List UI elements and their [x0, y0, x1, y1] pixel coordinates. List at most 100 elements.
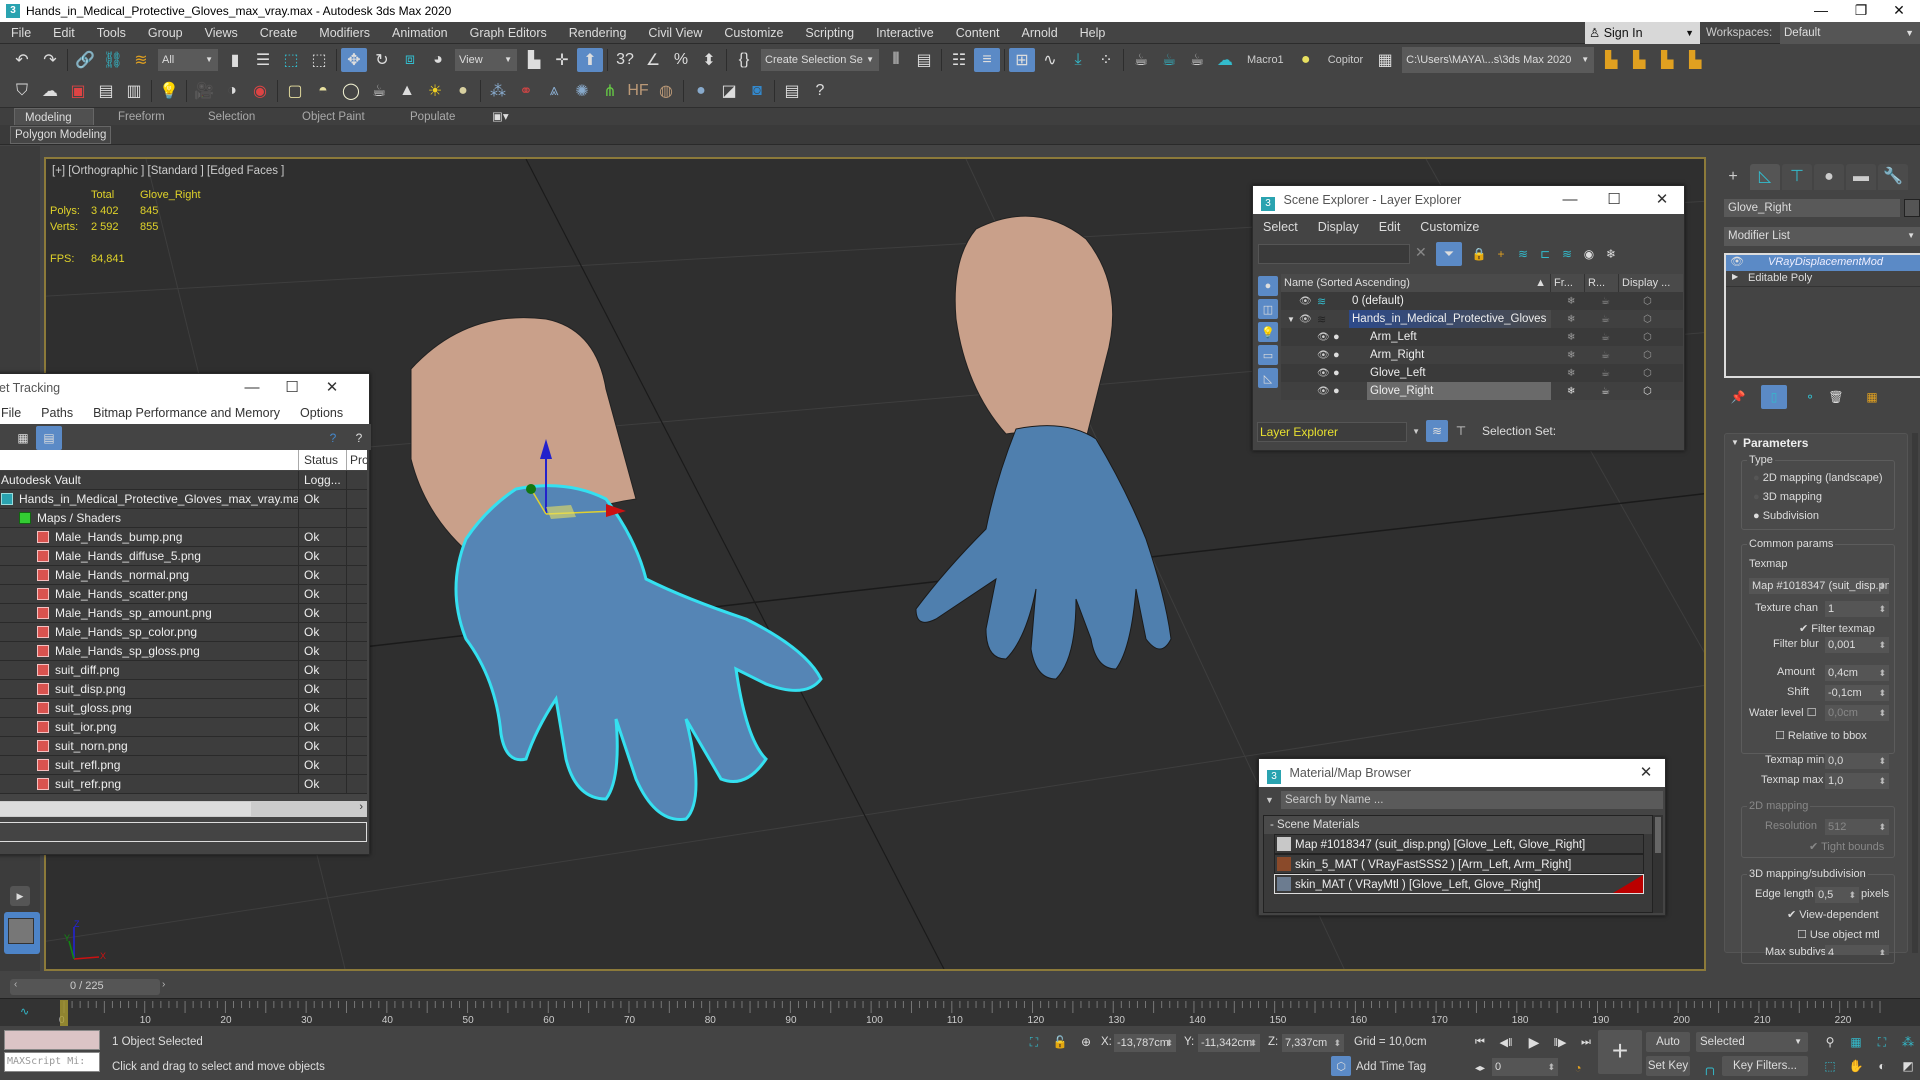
asset-path-field[interactable]: [0, 822, 367, 842]
asset-row[interactable]: Male_Hands_normal.png Ok: [0, 566, 367, 585]
stack-item-vray-displacement[interactable]: 👁 VRayDisplacementMod: [1726, 255, 1920, 271]
scene-search-input[interactable]: [1258, 244, 1410, 264]
project-structure-icon[interactable]: ▙: [1654, 48, 1680, 72]
mesh-light-icon[interactable]: ☕: [366, 79, 392, 103]
ambient-light-icon[interactable]: ●: [450, 79, 476, 103]
lights-filter-icon[interactable]: 💡: [1258, 322, 1278, 342]
plane-light-icon[interactable]: ▢: [282, 79, 308, 103]
menu-scripting[interactable]: Scripting: [794, 22, 865, 44]
scene-tree-row[interactable]: 👁 ● Glove_Right ❄ ☕ ⬡: [1281, 382, 1683, 400]
dome-light-icon[interactable]: ◓: [310, 79, 336, 103]
maxscript-mini-listener[interactable]: MAXScript Mi:: [4, 1052, 100, 1072]
menu-edit[interactable]: Edit: [42, 22, 86, 44]
close-icon[interactable]: ✕: [315, 374, 349, 402]
project-new-icon[interactable]: ▙: [1682, 48, 1708, 72]
display-tab-icon[interactable]: ▬: [1846, 164, 1876, 190]
render-cloud-icon[interactable]: ☁: [1212, 48, 1238, 72]
freeze-icon[interactable]: ❄: [1567, 296, 1575, 307]
sphere-light-icon[interactable]: ◯: [338, 79, 364, 103]
vray-metaballs-icon[interactable]: ⚭: [513, 79, 539, 103]
vray-plane-icon[interactable]: ⩓: [541, 79, 567, 103]
use-object-mtl-checkbox[interactable]: ☐ Use object mtl: [1797, 928, 1880, 941]
asset-row[interactable]: Male_Hands_sp_amount.png Ok: [0, 604, 367, 623]
asset-row[interactable]: suit_ior.png Ok: [0, 718, 367, 737]
maximize-viewport-icon[interactable]: ◩: [1895, 1054, 1920, 1078]
amount-spinner[interactable]: 0,4cm: [1825, 665, 1889, 681]
ribbon-tab-selection[interactable]: Selection: [198, 108, 265, 126]
menu-customize[interactable]: Customize: [713, 22, 794, 44]
cameras-filter-icon[interactable]: ▭: [1258, 345, 1278, 365]
hierarchy-tab-icon[interactable]: ⊤: [1782, 164, 1812, 190]
shift-spinner[interactable]: -0,1cm: [1825, 685, 1889, 701]
scene-tree-row[interactable]: 👁 ● Arm_Right ❄ ☕ ⬡: [1281, 346, 1683, 364]
project-path-dropdown[interactable]: C:\Users\MAYA\...s\3ds Max 2020 ▼: [1402, 47, 1595, 73]
select-manipulate-icon[interactable]: ✛: [549, 48, 575, 72]
display-box-icon[interactable]: ⬡: [1643, 368, 1652, 379]
display-box-icon[interactable]: ⬡: [1643, 314, 1652, 325]
texmap-button[interactable]: Map #1018347 (suit_disp.png): [1749, 578, 1889, 594]
x-coordinate-field[interactable]: -13,787cm: [1114, 1034, 1176, 1052]
remove-modifier-icon[interactable]: 🗑: [1823, 385, 1849, 409]
asset-row[interactable]: suit_disp.png Ok: [0, 680, 367, 699]
renderable-icon[interactable]: ☕: [1601, 386, 1610, 397]
panel-sliders-icon[interactable]: ▥: [121, 79, 147, 103]
asset-row[interactable]: suit_norn.png Ok: [0, 737, 367, 756]
filter-icon[interactable]: ⏷: [1436, 242, 1462, 266]
scene-tree-row[interactable]: ▼ 👁 ≋ Hands_in_Medical_Protective_Gloves ❄ ☕ ⬡: [1281, 310, 1683, 328]
auto-key-button[interactable]: Auto Key: [1646, 1032, 1690, 1068]
scene-menu-edit[interactable]: Edit: [1369, 220, 1411, 234]
ribbon-toggle-icon[interactable]: ⊞: [1009, 48, 1035, 72]
bind-space-warp-icon[interactable]: ≋: [128, 48, 154, 72]
minimize-icon[interactable]: —: [1553, 186, 1587, 214]
teapot-shield-icon[interactable]: ⛉: [9, 79, 35, 103]
modifier-list-dropdown[interactable]: Modifier List ▼: [1724, 227, 1920, 246]
tight-bounds-checkbox[interactable]: ✔ Tight bounds: [1809, 840, 1884, 853]
display-box-icon[interactable]: ⬡: [1643, 332, 1652, 343]
menu-rendering[interactable]: Rendering: [558, 22, 638, 44]
window-crossing-icon[interactable]: ⬚: [306, 48, 332, 72]
select-by-name-icon[interactable]: ☰: [250, 48, 276, 72]
asset-row[interactable]: Male_Hands_sp_gloss.png Ok: [0, 642, 367, 661]
asset-row[interactable]: Hands_in_Medical_Protective_Gloves_max_v…: [0, 490, 367, 509]
selection-filter-dropdown[interactable]: All ▼: [158, 49, 218, 71]
radio-subdivision[interactable]: ● Subdivision: [1753, 510, 1819, 522]
visibility-eye-icon[interactable]: 👁: [1299, 314, 1312, 325]
scene-tree-row[interactable]: 👁 ≋ 0 (default) ❄ ☕ ⬡: [1281, 292, 1683, 310]
selection-lock-icon[interactable]: 🔓: [1047, 1030, 1073, 1054]
viewport-layout-tab[interactable]: [4, 912, 40, 954]
vray-sphere-fade-icon[interactable]: ✺: [569, 79, 595, 103]
render-setup-icon[interactable]: ☕: [1128, 48, 1154, 72]
menu-create[interactable]: Create: [249, 22, 309, 44]
workspace-select[interactable]: Default ▼: [1780, 22, 1920, 44]
renderable-icon[interactable]: ☕: [1601, 350, 1610, 361]
unlink-icon[interactable]: ⛓: [100, 48, 126, 72]
visibility-eye-icon[interactable]: 👁: [1317, 386, 1330, 397]
expand-icon[interactable]: ▼: [1287, 315, 1295, 324]
prev-frame-icon[interactable]: ‹: [14, 979, 17, 990]
menu-interactive[interactable]: Interactive: [865, 22, 945, 44]
vray-hair-icon[interactable]: HF: [625, 79, 651, 103]
rollout-title[interactable]: Parameters: [1743, 436, 1808, 450]
project-settings-icon[interactable]: ▙: [1598, 48, 1624, 72]
browser-options-icon[interactable]: ▼: [1265, 795, 1274, 805]
radio-3d-mapping[interactable]: ● 3D mapping: [1753, 491, 1822, 503]
asset-row[interactable]: suit_diff.png Ok: [0, 661, 367, 680]
vray-material-sphere-icon[interactable]: ●: [688, 79, 714, 103]
helpers-filter-icon[interactable]: ◺: [1258, 368, 1278, 388]
menu-modifiers[interactable]: Modifiers: [308, 22, 381, 44]
material-search-input[interactable]: Search by Name ...: [1281, 791, 1663, 809]
menu-animation[interactable]: Animation: [381, 22, 459, 44]
vray-material-picker-icon[interactable]: ◪: [716, 79, 742, 103]
vray-vfb-icon[interactable]: ◙: [744, 79, 770, 103]
ref-coord-dropdown[interactable]: View ▼: [455, 49, 517, 71]
select-object-icon[interactable]: ▮: [222, 48, 248, 72]
help-icon[interactable]: ?: [807, 79, 833, 103]
polygon-modeling-panel[interactable]: Polygon Modeling: [10, 126, 112, 144]
panel-list-icon[interactable]: ▤: [93, 79, 119, 103]
zoom-extents-icon[interactable]: ⛶: [1869, 1030, 1895, 1054]
macro1-button[interactable]: Macro1: [1239, 54, 1292, 66]
stack-item-editable-poly[interactable]: ▶ Editable Poly: [1726, 271, 1920, 287]
next-key-icon[interactable]: ‖▶: [1547, 1030, 1573, 1054]
utilities-tab-icon[interactable]: 🔧: [1878, 164, 1908, 190]
render-column-header[interactable]: R...: [1585, 274, 1619, 292]
